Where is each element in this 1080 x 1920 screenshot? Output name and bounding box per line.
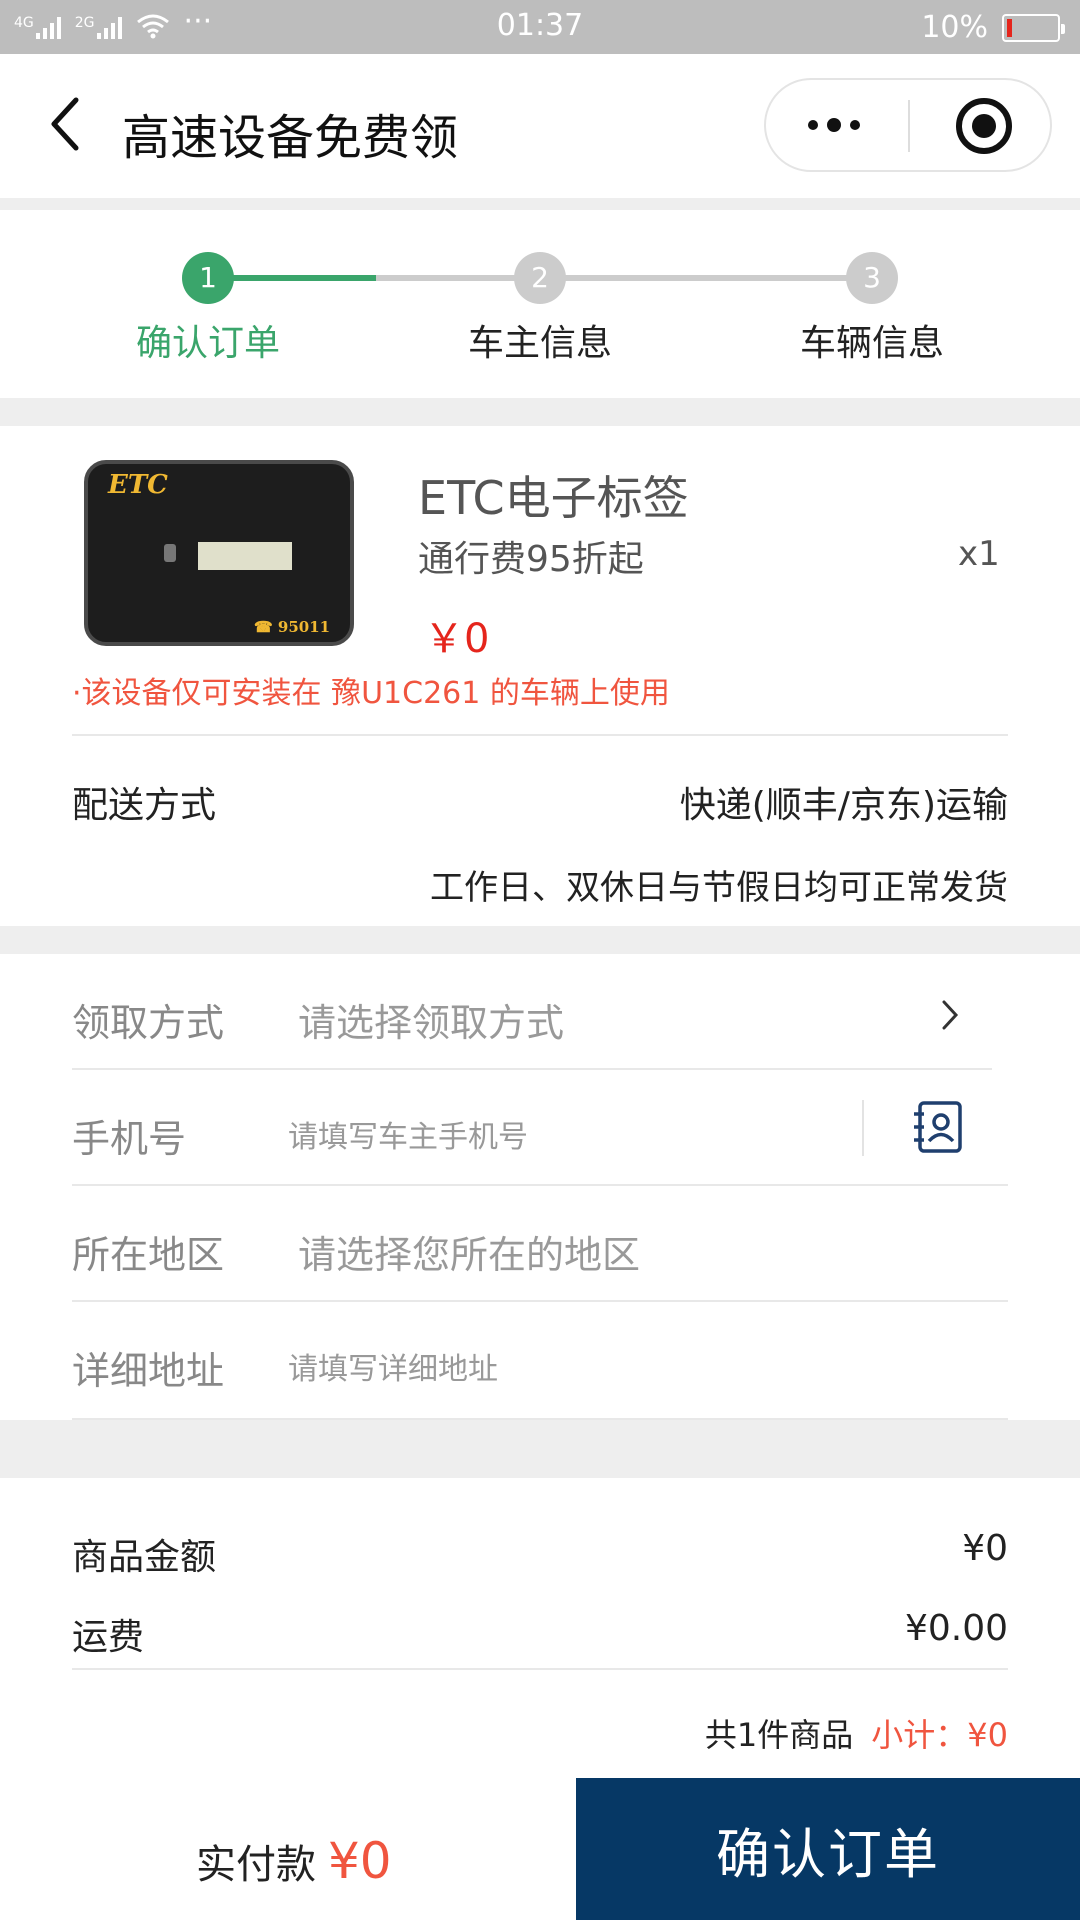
subtotal: 小计：¥0 <box>871 1716 1008 1754</box>
address-input[interactable]: 请填写详细地址 <box>288 1344 498 1388</box>
goods-amount-label: 商品金额 <box>72 1537 217 1578</box>
capsule-divider <box>908 100 910 152</box>
actual-payment-amount: ¥0 <box>328 1832 392 1890</box>
battery-icon <box>1002 13 1065 42</box>
contact-book-icon[interactable] <box>912 1100 964 1154</box>
pickup-method-label: 领取方式 <box>72 1001 225 1045</box>
checkout-bar: 实付款 ¥0 确认订单 <box>0 1778 1080 1920</box>
nav-bar: 高速设备免费领 <box>0 54 1080 198</box>
divider <box>72 1418 1008 1420</box>
shipping-method-value: 快递(顺丰/京东)运输 <box>679 785 1008 826</box>
shipping-method-label: 配送方式 <box>72 785 217 826</box>
region-select[interactable]: 请选择您所在的地区 <box>298 1224 640 1279</box>
chevron-right-icon <box>942 1000 959 1030</box>
status-bar: 4G 2G ··· 01:37 10% <box>0 0 1080 54</box>
step-3-circle: 3 <box>846 252 898 304</box>
goods-amount-value: ¥0 <box>962 1528 1008 1569</box>
actual-payment-label: 实付款 <box>196 1842 316 1888</box>
delivery-form: 领取方式 请选择领取方式 手机号 请填写车主手机号 所在地区 请选择您所在的地区… <box>0 954 1080 1420</box>
step-line-pending <box>376 275 872 281</box>
back-arrow-icon[interactable] <box>44 94 84 154</box>
more-menu-icon[interactable] <box>808 80 860 170</box>
device-led <box>164 544 176 562</box>
device-screen <box>198 542 292 570</box>
product-name: ETC电子标签 <box>418 471 689 525</box>
phone-input[interactable]: 请填写车主手机号 <box>288 1112 528 1156</box>
page-title: 高速设备免费领 <box>122 110 459 166</box>
actual-payment: 实付款 ¥0 <box>196 1832 392 1890</box>
pickup-method-select[interactable]: 请选择领取方式 <box>298 992 564 1047</box>
item-count-subtotal: 共1件商品 小计：¥0 <box>705 1710 1008 1756</box>
step-2-label: 车主信息 <box>467 323 612 364</box>
divider <box>72 1068 992 1070</box>
device-phone-label: ☎ 95011 <box>254 618 331 636</box>
item-count: 共1件商品 <box>704 1716 854 1754</box>
shipping-fee-label: 运费 <box>72 1617 145 1658</box>
divider <box>72 1300 1008 1302</box>
product-price: ￥0 <box>424 616 490 662</box>
phone-label: 手机号 <box>72 1117 187 1161</box>
divider <box>72 734 1008 736</box>
vehicle-restriction-note: ·该设备仅可安装在 豫U1C261 的车辆上使用 <box>72 676 670 711</box>
etc-logo: ETC <box>108 470 168 500</box>
mini-program-capsule <box>764 78 1052 172</box>
battery-indicator: 10% <box>921 10 1065 45</box>
progress-steps: 1 2 3 确认订单 车主信息 车辆信息 <box>0 210 1080 398</box>
phone-divider <box>862 1100 864 1156</box>
close-target-icon[interactable] <box>956 98 1012 154</box>
address-label: 详细地址 <box>72 1349 225 1393</box>
shipping-note: 工作日、双休日与节假日均可正常发货 <box>430 868 1008 908</box>
region-label: 所在地区 <box>72 1233 225 1277</box>
step-1-label: 确认订单 <box>135 323 280 364</box>
etc-device-image: ETC ☎ 95011 <box>84 460 354 646</box>
order-summary: 商品金额 ¥0 运费 ¥0.00 共1件商品 小计：¥0 <box>0 1478 1080 1778</box>
shipping-fee-value: ¥0.00 <box>904 1608 1008 1649</box>
product-quantity: x1 <box>958 534 1000 574</box>
product-subtitle: 通行费95折起 <box>418 539 644 580</box>
battery-percent: 10% <box>921 10 988 45</box>
product-card: ETC ☎ 95011 ETC电子标签 通行费95折起 x1 ￥0 ·该设备仅可… <box>0 426 1080 926</box>
step-1-circle: 1 <box>182 252 234 304</box>
divider <box>72 1184 1008 1186</box>
pickup-method-row[interactable]: 领取方式 请选择领取方式 <box>0 954 1080 1070</box>
confirm-order-button[interactable]: 确认订单 <box>576 1778 1080 1920</box>
step-2-circle: 2 <box>514 252 566 304</box>
divider <box>72 1668 1008 1670</box>
step-3-label: 车辆信息 <box>799 323 944 364</box>
clock: 01:37 <box>496 8 584 43</box>
